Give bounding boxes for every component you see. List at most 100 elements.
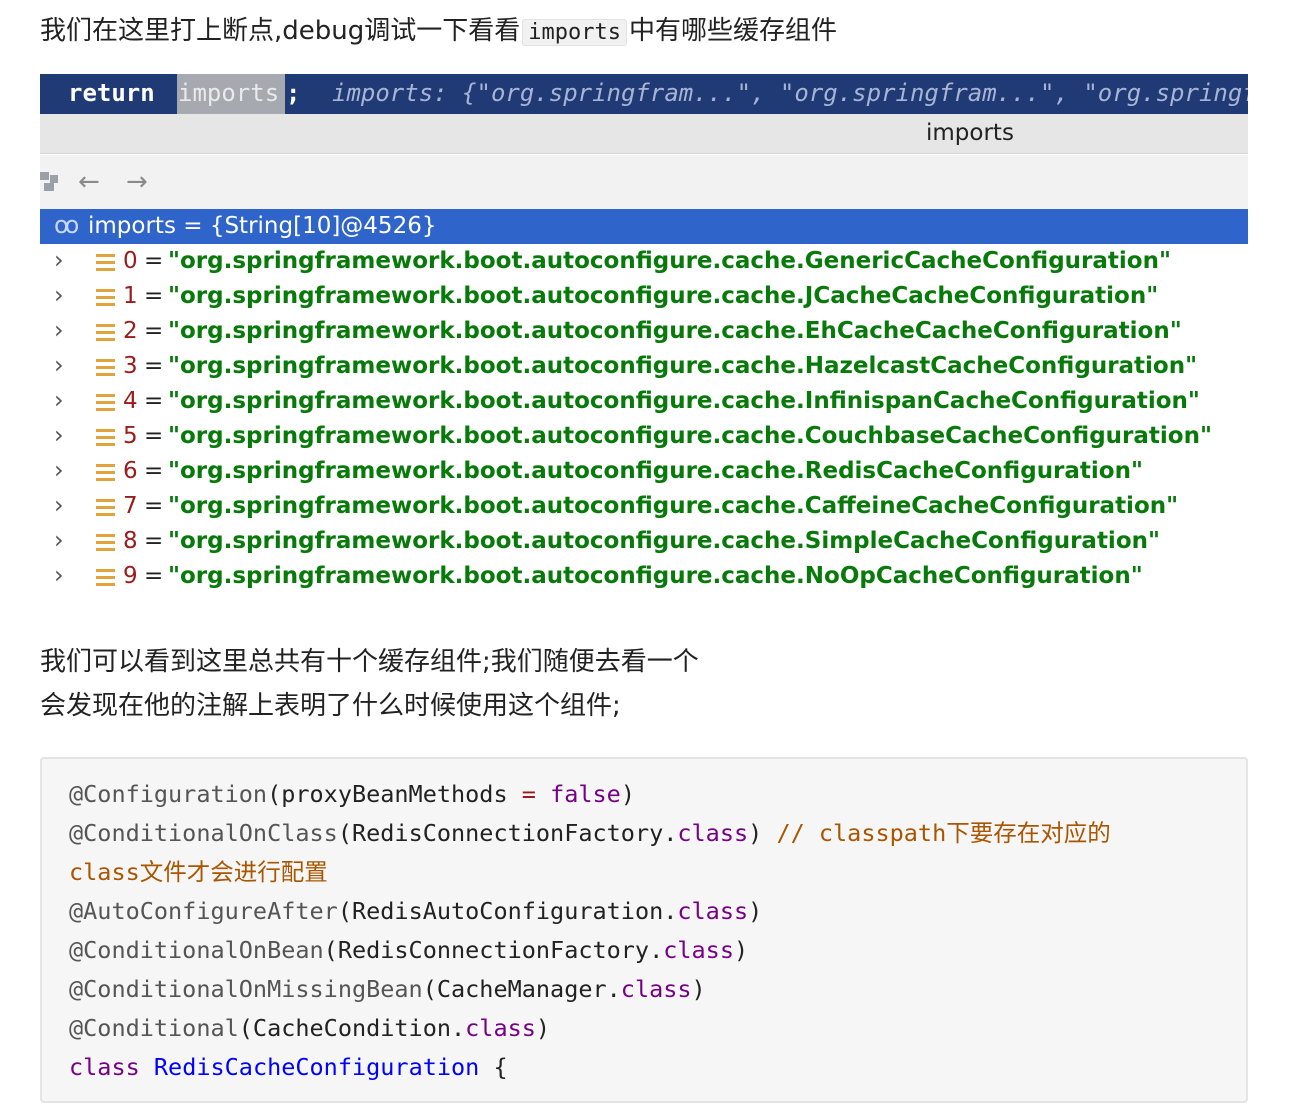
inline-code-imports: imports [522, 19, 627, 46]
tree-item-row[interactable]: › 2 = "org.springframework.boot.autoconfigu… [40, 314, 1248, 349]
code-text: ) [691, 975, 706, 1003]
equals-sign: = [144, 283, 164, 309]
array-element-icon [96, 464, 115, 481]
item-value: "org.springframework.boot.autoconfigure.… [168, 353, 1198, 379]
annotation: @Configuration [69, 780, 268, 808]
chevron-right-icon[interactable]: › [54, 421, 64, 449]
chevron-right-icon[interactable]: › [54, 456, 64, 484]
array-element-icon [96, 254, 115, 271]
array-element-icon [96, 569, 115, 586]
item-value: "org.springframework.boot.autoconfigure.… [168, 283, 1159, 309]
chevron-right-icon[interactable]: › [54, 561, 64, 589]
keyword-false: false [550, 780, 621, 808]
tree-item-row[interactable]: › 5 = "org.springframework.boot.autoconfigu… [40, 419, 1248, 454]
array-element-icon [96, 394, 115, 411]
tree-item-row[interactable]: › 8 = "org.springframework.boot.autoconfigu… [40, 524, 1248, 559]
tree-item-row[interactable]: › 1 = "org.springframework.boot.autoconfigu… [40, 279, 1248, 314]
keyword-class: class [677, 897, 749, 925]
watch-glasses-icon: oo [54, 211, 79, 239]
debugger-screenshot: return imports ; imports: {"org.springfr… [40, 74, 1248, 594]
tree-item-row[interactable]: › 3 = "org.springframework.boot.autoconfigu… [40, 349, 1248, 384]
chevron-right-icon[interactable]: › [54, 526, 64, 554]
frames-icon[interactable] [40, 172, 58, 192]
keyword-class: class [663, 936, 734, 964]
item-index: 5 [123, 423, 138, 449]
item-value: "org.springframework.boot.autoconfigure.… [168, 493, 1179, 519]
annotation: @AutoConfigureAfter [69, 897, 338, 925]
item-value: "org.springframework.boot.autoconfigure.… [168, 388, 1200, 414]
item-index: 2 [123, 318, 138, 344]
chevron-right-icon[interactable]: › [54, 246, 64, 274]
chevron-right-icon[interactable]: › [54, 386, 64, 414]
code-text: ) [535, 1014, 551, 1042]
code-text: ) [620, 780, 635, 808]
code-text: (proxyBeanMethods [267, 780, 522, 808]
return-keyword: return [68, 79, 155, 107]
item-index: 9 [123, 563, 138, 589]
equals-sign: = [144, 458, 164, 484]
code-comment: // classpath下要存在对应的 [776, 819, 1111, 847]
explanation-paragraph: 我们可以看到这里总共有十个缓存组件;我们随便去看一个 会发现在他的注解上表明了什么… [40, 640, 699, 728]
keyword-class: class [465, 1014, 536, 1042]
array-element-icon [96, 359, 115, 376]
equals-sign: = [144, 388, 164, 414]
imports-variable[interactable]: imports [178, 79, 279, 107]
explanation-line-2: 会发现在他的注解上表明了什么时候使用这个组件; [40, 691, 621, 721]
code-text: ) [748, 819, 777, 847]
semicolon: ; [286, 79, 301, 107]
array-element-icon [96, 534, 115, 551]
intro-text-before: 我们在这里打上断点,debug调试一下看看 [40, 16, 521, 46]
tree-item-row[interactable]: › 0 = "org.springframework.boot.autoconfigu… [40, 244, 1248, 279]
code-text: (RedisConnectionFactory. [323, 936, 664, 964]
keyword-class: class [69, 1053, 140, 1081]
chevron-right-icon[interactable]: › [54, 351, 64, 379]
item-value: "org.springframework.boot.autoconfigure.… [168, 563, 1143, 589]
item-index: 4 [123, 388, 138, 414]
equals-sign: = [144, 493, 164, 519]
variable-tree: › 0 = "org.springframework.boot.autoconfigu… [40, 244, 1248, 594]
keyword-class: class [620, 975, 692, 1003]
evaluate-popup-title-bar: imports [40, 114, 1248, 154]
array-element-icon [96, 324, 115, 341]
item-value: "org.springframework.boot.autoconfigure.… [168, 458, 1143, 484]
code-text: (CacheCondition. [238, 1014, 466, 1042]
tree-item-row[interactable]: › 6 = "org.springframework.boot.autoconfigu… [40, 454, 1248, 489]
chevron-right-icon[interactable]: › [54, 316, 64, 344]
item-index: 6 [123, 458, 138, 484]
code-line-2: @ConditionalOnClass(RedisConnectionFacto… [69, 814, 1246, 853]
tree-item-row[interactable]: › 4 = "org.springframework.boot.autoconfigu… [40, 384, 1248, 419]
root-node-label: imports = {String[10]@4526} [88, 213, 437, 239]
class-name: RedisCacheConfiguration [153, 1053, 480, 1081]
tree-item-row[interactable]: › 7 = "org.springframework.boot.autoconfigu… [40, 489, 1248, 524]
tree-root-selected-row[interactable]: oo imports = {String[10]@4526} [40, 209, 1248, 244]
arrow-right-icon[interactable]: → [126, 167, 148, 197]
code-line-7: @Conditional(CacheCondition.class) [69, 1009, 1246, 1048]
equals-sign: = [144, 563, 164, 589]
keyword-class: class [677, 819, 749, 847]
code-line-3: class文件才会进行配置 [69, 853, 1246, 892]
chevron-right-icon[interactable]: › [54, 491, 64, 519]
tree-item-row[interactable]: › 9 = "org.springframework.boot.autoconfigu… [40, 559, 1248, 594]
item-index: 1 [123, 283, 138, 309]
array-element-icon [96, 429, 115, 446]
item-value: "org.springframework.boot.autoconfigure.… [168, 318, 1182, 344]
arrow-left-icon[interactable]: ← [78, 167, 100, 197]
code-text: ) [733, 936, 749, 964]
equals-sign: = [144, 528, 164, 554]
code-line-5: @ConditionalOnBean(RedisConnectionFactor… [69, 931, 1246, 970]
editor-code-line: return imports ; imports: {"org.springfr… [40, 74, 1248, 114]
code-text: { [479, 1053, 508, 1081]
equals-sign: = [144, 423, 164, 449]
item-value: "org.springframework.boot.autoconfigure.… [168, 248, 1171, 274]
intro-text-after: 中有哪些缓存组件 [628, 16, 837, 46]
annotation: @ConditionalOnBean [69, 936, 324, 964]
code-text: (CacheManager. [422, 975, 621, 1003]
chevron-right-icon[interactable]: › [54, 281, 64, 309]
item-value: "org.springframework.boot.autoconfigure.… [168, 423, 1212, 449]
code-line-4: @AutoConfigureAfter(RedisAutoConfigurati… [69, 892, 1246, 931]
item-value: "org.springframework.boot.autoconfigure.… [168, 528, 1160, 554]
code-line-8: class RedisCacheConfiguration { [69, 1048, 1246, 1087]
array-element-icon [96, 289, 115, 306]
